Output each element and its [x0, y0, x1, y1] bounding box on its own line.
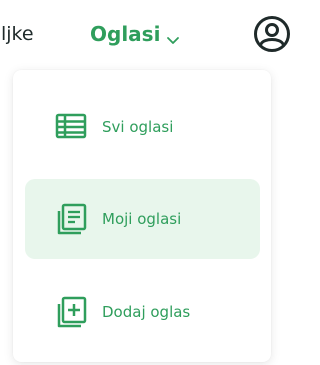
top-navigation: ljke Oglasi [0, 0, 290, 70]
table-list-icon [54, 110, 88, 144]
menu-item-label: Svi oglasi [102, 118, 174, 136]
nav-item-oglasi-label: Oglasi [90, 22, 161, 46]
oglasi-dropdown-menu: Svi oglasi Moji oglasi Dodaj oglas [13, 70, 271, 362]
add-document-icon [54, 295, 88, 329]
menu-item-svi-oglasi[interactable]: Svi oglasi [25, 87, 260, 167]
chevron-down-icon [166, 27, 180, 44]
nav-item-oglasi[interactable]: Oglasi [90, 21, 180, 47]
menu-item-dodaj-oglas[interactable]: Dodaj oglas [25, 272, 260, 352]
user-circle-icon[interactable] [252, 14, 292, 54]
stacked-document-icon [54, 202, 88, 236]
menu-item-label: Dodaj oglas [102, 303, 191, 321]
menu-item-moji-oglasi[interactable]: Moji oglasi [25, 179, 260, 259]
menu-item-label: Moji oglasi [102, 210, 182, 228]
nav-item-previous-partial[interactable]: ljke [1, 22, 34, 46]
